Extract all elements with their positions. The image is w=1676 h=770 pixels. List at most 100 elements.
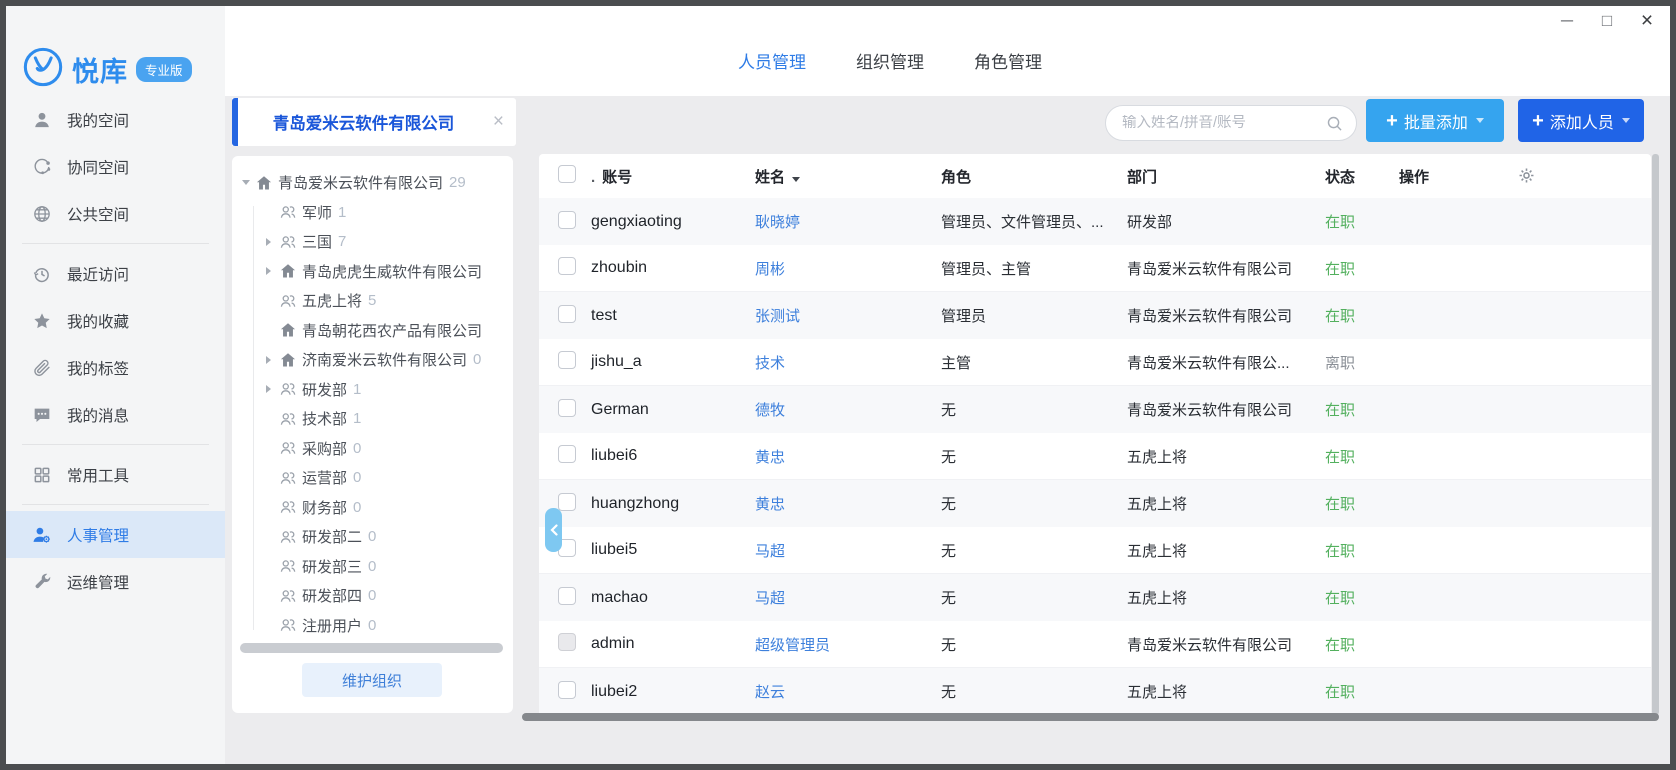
tree-item[interactable]: 青岛虎虎生威软件有限公司 — [232, 257, 513, 287]
shield-check-icon[interactable] — [1429, 493, 1450, 514]
trash-icon[interactable] — [1459, 305, 1480, 326]
shield-check-icon[interactable] — [1429, 258, 1450, 279]
edit-icon[interactable] — [1399, 540, 1420, 561]
edit-icon[interactable] — [1399, 493, 1420, 514]
tree-item[interactable]: 技术部 1 — [232, 404, 513, 434]
edit-icon[interactable] — [1399, 587, 1420, 608]
sidebar-item-my-messages[interactable]: 我的消息 — [6, 391, 225, 438]
row-checkbox[interactable] — [558, 493, 576, 511]
tree-arrow-icon[interactable] — [242, 180, 255, 185]
row-checkbox[interactable] — [558, 587, 576, 605]
person-name-link[interactable]: 超级管理员 — [755, 637, 830, 654]
edit-icon[interactable] — [1399, 681, 1420, 702]
more-actions-icon[interactable] — [1489, 493, 1510, 514]
table-vertical-scrollbar[interactable] — [1652, 154, 1659, 715]
trash-icon[interactable] — [1459, 211, 1480, 232]
tree-item[interactable]: 运营部 0 — [232, 463, 513, 493]
row-checkbox[interactable] — [558, 445, 576, 463]
more-actions-icon[interactable] — [1489, 681, 1510, 702]
tab-organization[interactable]: 组织管理 — [856, 48, 924, 73]
shield-check-icon[interactable] — [1429, 681, 1450, 702]
tree-item[interactable]: 研发部二 0 — [232, 522, 513, 552]
tree-horizontal-scrollbar[interactable] — [240, 643, 503, 653]
trash-icon[interactable] — [1459, 258, 1480, 279]
tree-item[interactable]: 青岛朝花西农产品有限公司 — [232, 316, 513, 346]
row-checkbox[interactable] — [558, 633, 576, 651]
person-name-link[interactable]: 德牧 — [755, 402, 785, 419]
column-settings-gear-icon[interactable] — [1517, 166, 1536, 185]
edit-icon[interactable] — [1399, 446, 1420, 467]
person-name-link[interactable]: 黄忠 — [755, 449, 785, 466]
tree-item[interactable]: 研发部四 0 — [232, 581, 513, 611]
more-actions-icon[interactable] — [1489, 305, 1510, 326]
more-actions-icon[interactable] — [1489, 352, 1510, 373]
person-name-link[interactable]: 黄忠 — [755, 496, 785, 513]
tree-item[interactable]: 济南爱米云软件有限公司 0 — [232, 345, 513, 375]
select-all-checkbox[interactable] — [558, 165, 576, 183]
edit-icon[interactable] — [1399, 634, 1420, 655]
person-name-link[interactable]: 张测试 — [755, 308, 800, 325]
more-actions-icon[interactable] — [1489, 540, 1510, 561]
trash-icon[interactable] — [1459, 446, 1480, 467]
tree-item[interactable]: 研发部三 0 — [232, 552, 513, 582]
more-actions-icon[interactable] — [1489, 211, 1510, 232]
shield-check-icon[interactable] — [1429, 399, 1450, 420]
row-checkbox[interactable] — [558, 211, 576, 229]
more-actions-icon[interactable] — [1489, 399, 1510, 420]
maintain-org-button[interactable]: 维护组织 — [302, 663, 442, 697]
search-input[interactable] — [1106, 115, 1325, 131]
sort-caret-icon[interactable] — [792, 177, 800, 182]
trash-icon[interactable] — [1459, 493, 1480, 514]
sidebar-item-recent-visits[interactable]: 最近访问 — [6, 250, 225, 297]
row-checkbox[interactable] — [558, 351, 576, 369]
row-checkbox[interactable] — [558, 399, 576, 417]
shield-check-icon[interactable] — [1429, 352, 1450, 373]
sidebar-item-public-space[interactable]: 公共空间 — [6, 190, 225, 237]
shield-check-icon[interactable] — [1429, 540, 1450, 561]
edit-icon[interactable] — [1399, 211, 1420, 232]
sidebar-item-personnel-management[interactable]: 人事管理 — [6, 511, 225, 558]
person-name-link[interactable]: 马超 — [755, 543, 785, 560]
tree-arrow-icon[interactable] — [266, 356, 279, 364]
sidebar-item-collab-space[interactable]: 协同空间 — [6, 143, 225, 190]
selected-org-chip[interactable]: 青岛爱米云软件有限公司 × — [232, 98, 516, 146]
sidebar-item-my-space[interactable]: 我的空间 — [6, 96, 225, 143]
tree-item[interactable]: 研发部 1 — [232, 375, 513, 405]
edit-icon[interactable] — [1399, 399, 1420, 420]
trash-icon[interactable] — [1459, 399, 1480, 420]
tree-item[interactable]: 财务部 0 — [232, 493, 513, 523]
sidebar-item-my-favorites[interactable]: 我的收藏 — [6, 297, 225, 344]
person-name-link[interactable]: 马超 — [755, 590, 785, 607]
sidebar-item-common-tools[interactable]: 常用工具 — [6, 451, 225, 498]
tab-roles[interactable]: 角色管理 — [974, 48, 1042, 73]
shield-check-icon[interactable] — [1429, 305, 1450, 326]
shield-check-icon[interactable] — [1429, 446, 1450, 467]
maximize-icon[interactable]: □ — [1594, 8, 1620, 34]
edit-icon[interactable] — [1399, 305, 1420, 326]
more-actions-icon[interactable] — [1489, 587, 1510, 608]
person-name-link[interactable]: 耿晓婷 — [755, 214, 800, 231]
sidebar-item-ops-management[interactable]: 运维管理 — [6, 558, 225, 605]
more-actions-icon[interactable] — [1489, 258, 1510, 279]
tree-arrow-icon[interactable] — [266, 385, 279, 393]
person-name-link[interactable]: 技术 — [755, 355, 785, 372]
trash-icon[interactable] — [1459, 352, 1480, 373]
tree-item[interactable]: 军师 1 — [232, 198, 513, 228]
trash-icon[interactable] — [1459, 681, 1480, 702]
tree-item[interactable]: 青岛爱米云软件有限公司 29 — [232, 168, 513, 198]
person-name-link[interactable]: 赵云 — [755, 684, 785, 701]
person-name-link[interactable]: 周彬 — [755, 261, 785, 278]
tree-arrow-icon[interactable] — [266, 267, 279, 275]
tree-item[interactable]: 三国 7 — [232, 227, 513, 257]
row-checkbox[interactable] — [558, 681, 576, 699]
table-horizontal-scrollbar[interactable] — [522, 713, 1659, 721]
batch-add-button[interactable]: + 批量添加 — [1366, 99, 1504, 142]
tree-item[interactable]: 注册用户 0 — [232, 611, 513, 641]
tree-item[interactable]: 采购部 0 — [232, 434, 513, 464]
search-icon[interactable] — [1325, 114, 1344, 133]
minimize-icon[interactable]: ─ — [1554, 8, 1580, 34]
sidebar-item-my-tags[interactable]: 我的标签 — [6, 344, 225, 391]
more-actions-icon[interactable] — [1489, 446, 1510, 467]
shield-check-icon[interactable] — [1429, 211, 1450, 232]
trash-icon[interactable] — [1459, 587, 1480, 608]
